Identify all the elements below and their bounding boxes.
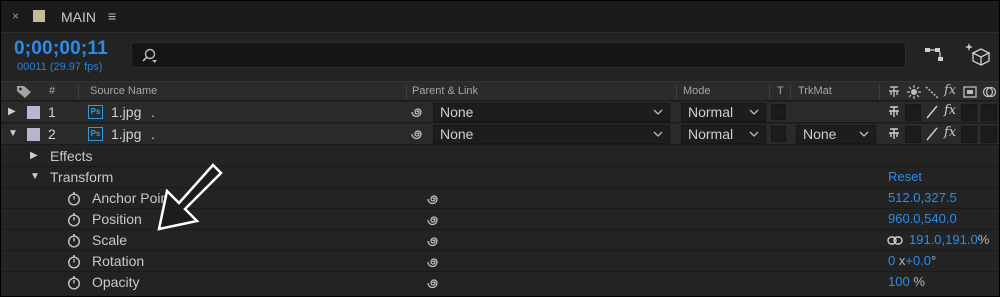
chevron-down-icon (653, 131, 663, 137)
timeline-panel: × MAIN ≡ 0;00;00;11 00011 (29.97 fps) # (0, 0, 1000, 297)
expand-triangle-icon[interactable]: ▶ (30, 150, 38, 161)
column-preserve-transparency[interactable]: T (777, 85, 784, 97)
reset-transform-link[interactable]: Reset (888, 169, 922, 184)
layer-number: 1 (48, 104, 56, 120)
layer-number: 2 (48, 126, 56, 142)
track-matte-dropdown[interactable]: None (796, 125, 876, 144)
layer-name[interactable]: 1.jpg (111, 126, 141, 142)
constrain-proportions-link-icon[interactable] (887, 236, 903, 245)
preserve-transparency-checkbox[interactable] (771, 126, 786, 142)
quality-switch-icon[interactable] (925, 85, 939, 99)
stopwatch-icon[interactable] (67, 254, 81, 269)
pick-whip-icon[interactable] (427, 255, 441, 269)
composition-color-swatch (33, 10, 45, 22)
anchor-point-value[interactable]: 512.0,327.5 (888, 190, 957, 205)
chevron-down-icon (653, 109, 663, 115)
layer-name[interactable]: 1.jpg (111, 104, 141, 120)
chevron-down-icon (749, 131, 759, 137)
pick-whip-icon[interactable] (427, 276, 441, 290)
stopwatch-icon[interactable] (67, 275, 81, 290)
expand-triangle-icon[interactable]: ▶ (8, 106, 16, 117)
search-input[interactable] (131, 42, 906, 68)
frame-blending-icon[interactable] (963, 85, 977, 99)
property-row: Scale 191.0,191.0% (1, 230, 999, 251)
shy-switch-icon[interactable] (887, 127, 901, 141)
rotation-value[interactable]: 0 x+0.0° (888, 253, 936, 268)
annotation-arrow-icon (157, 163, 223, 231)
motion-blur-icon[interactable] (982, 85, 996, 99)
label-tag-icon[interactable] (16, 85, 32, 99)
collapse-triangle-icon[interactable]: ▼ (30, 171, 40, 182)
property-name: Scale (92, 232, 128, 248)
column-number[interactable]: # (49, 85, 55, 97)
position-value[interactable]: 960.0,540.0 (888, 211, 957, 226)
frame-blending-box[interactable] (961, 104, 977, 121)
layer-label-color[interactable] (27, 128, 40, 141)
search-icon[interactable] (140, 47, 158, 65)
chevron-down-icon (749, 109, 759, 115)
scale-value[interactable]: 191.0,191.0% (909, 232, 989, 247)
layer-row[interactable]: ▼ 2 Ps 1.jpg . None Normal None fx (1, 124, 999, 145)
flowchart-icon[interactable] (923, 43, 947, 65)
collapse-triangle-icon[interactable]: ▼ (8, 128, 18, 139)
pick-whip-icon[interactable] (411, 105, 425, 119)
blend-mode-dropdown[interactable]: Normal (681, 125, 766, 144)
parent-dropdown[interactable]: None (433, 125, 670, 144)
effect-switch-icon[interactable]: fx (944, 103, 956, 118)
column-parent-link[interactable]: Parent & Link (412, 85, 478, 97)
layer-name-suffix: . (151, 126, 155, 142)
property-name: Rotation (92, 253, 145, 269)
layer-row[interactable]: ▶ 1 Ps 1.jpg . None Normal fx (1, 102, 999, 123)
opacity-value[interactable]: 100 % (888, 274, 925, 289)
property-row: Opacity 100 % (1, 272, 999, 293)
layer-name-suffix: . (151, 104, 155, 120)
column-mode[interactable]: Mode (683, 85, 711, 97)
photoshop-file-icon: Ps (88, 127, 103, 141)
stopwatch-icon[interactable] (67, 233, 81, 248)
motion-blur-box[interactable] (981, 126, 997, 143)
composition-tab-title[interactable]: MAIN (61, 9, 96, 25)
pick-whip-icon[interactable] (427, 192, 441, 206)
pick-whip-icon[interactable] (427, 234, 441, 248)
effect-switch-icon[interactable]: fx (944, 83, 956, 98)
effects-group-label[interactable]: Effects (50, 148, 93, 164)
chevron-down-icon (859, 131, 869, 137)
parent-dropdown[interactable]: None (433, 103, 670, 122)
quality-switch-icon[interactable] (925, 127, 939, 141)
layer-label-color[interactable] (27, 106, 40, 119)
collapse-switch-box[interactable] (905, 104, 921, 121)
collapse-switch-icon[interactable] (907, 85, 921, 99)
current-time-display[interactable]: 0;00;00;11 (14, 38, 108, 60)
blend-mode-dropdown[interactable]: Normal (681, 103, 766, 122)
shy-switch-icon[interactable] (887, 105, 901, 119)
effect-switch-icon[interactable]: fx (944, 125, 956, 140)
quality-switch-icon[interactable] (925, 105, 939, 119)
property-name: Opacity (92, 274, 140, 290)
panel-tab-bar: × MAIN ≡ (1, 1, 999, 33)
pick-whip-icon[interactable] (411, 127, 425, 141)
draft-3d-icon[interactable] (963, 41, 991, 67)
column-track-matte[interactable]: TrkMat (798, 85, 832, 97)
stopwatch-icon[interactable] (67, 191, 81, 206)
preserve-transparency-checkbox[interactable] (771, 104, 786, 120)
property-row: Rotation 0 x+0.0° (1, 251, 999, 272)
close-tab-icon[interactable]: × (12, 9, 19, 23)
shy-switch-icon[interactable] (887, 85, 901, 99)
column-header-row: # Source Name Parent & Link Mode T TrkMa… (1, 81, 999, 101)
column-source-name[interactable]: Source Name (90, 85, 157, 97)
photoshop-file-icon: Ps (88, 105, 103, 119)
panel-menu-icon[interactable]: ≡ (108, 8, 116, 24)
collapse-switch-box[interactable] (905, 126, 921, 143)
frame-count-display: 00011 (29.97 fps) (17, 61, 103, 73)
stopwatch-icon[interactable] (67, 212, 81, 227)
pick-whip-icon[interactable] (427, 213, 441, 227)
motion-blur-box[interactable] (981, 104, 997, 121)
property-name: Position (92, 211, 142, 227)
frame-blending-box[interactable] (961, 126, 977, 143)
transform-group-label[interactable]: Transform (50, 169, 113, 185)
